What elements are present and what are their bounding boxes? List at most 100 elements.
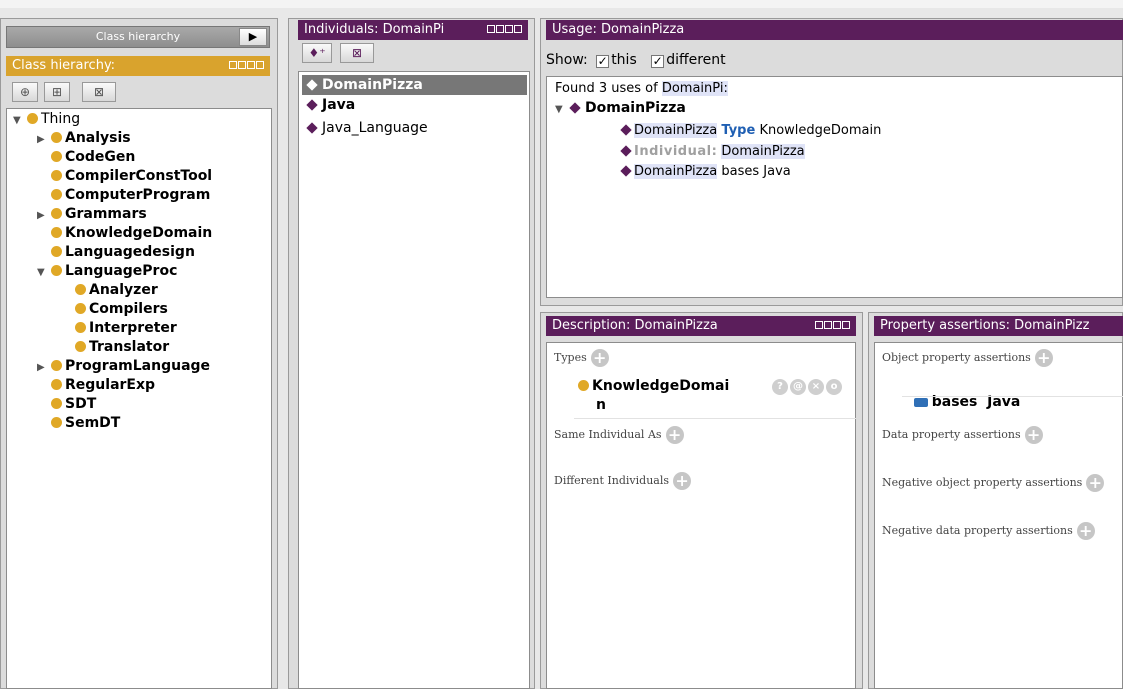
- expand-triangle-icon[interactable]: ▼: [37, 263, 51, 282]
- usage-row-bases[interactable]: DomainPizza bases Java: [620, 162, 791, 181]
- class-dot-icon: [51, 417, 62, 428]
- explain-icon[interactable]: ?: [772, 379, 788, 395]
- annotate-icon[interactable]: @: [790, 379, 806, 395]
- class-node-label: RegularExp: [65, 377, 156, 393]
- class-node-translator[interactable]: Translator: [61, 338, 169, 357]
- class-node-label: CompilerConstTool: [65, 168, 213, 184]
- add-same-individual-icon[interactable]: +: [665, 426, 684, 444]
- window-controls-icon[interactable]: [229, 61, 264, 69]
- play-arrow-icon[interactable]: ▶: [239, 28, 267, 46]
- individual-diamond-icon: [620, 124, 632, 136]
- class-dot-icon: [75, 303, 86, 314]
- class-dot-icon: [578, 380, 589, 391]
- add-type-icon[interactable]: +: [590, 349, 609, 367]
- window-controls-icon[interactable]: [487, 25, 522, 33]
- delete-class-icon[interactable]: ⊠: [82, 82, 116, 102]
- type-divider: [574, 418, 856, 419]
- class-dot-icon: [51, 208, 62, 219]
- class-dot-icon: [51, 398, 62, 409]
- class-node-interpreter[interactable]: Interpreter: [61, 319, 177, 338]
- add-data-property-icon[interactable]: +: [1024, 426, 1043, 444]
- type-action-buttons: ? @ × o: [770, 378, 842, 395]
- individual-java-language[interactable]: Java_Language: [306, 119, 428, 138]
- individuals-title: Individuals: DomainPi: [304, 22, 445, 37]
- add-different-individual-icon[interactable]: +: [673, 472, 692, 490]
- add-negative-data-property-icon[interactable]: +: [1076, 522, 1095, 540]
- add-individual-icon[interactable]: ♦⁺: [302, 43, 332, 63]
- add-subclass-icon[interactable]: ⊕: [12, 82, 38, 102]
- class-node-analysis[interactable]: ▶ Analysis: [37, 129, 131, 148]
- class-node-sdt[interactable]: SDT: [37, 395, 96, 414]
- different-individuals-header: Different Individuals +: [554, 472, 692, 490]
- add-object-property-icon[interactable]: +: [1034, 349, 1053, 367]
- class-node-languagedesign[interactable]: Languagedesign: [37, 243, 195, 262]
- class-node-compilerconsttool[interactable]: CompilerConstTool: [37, 167, 212, 186]
- class-dot-icon: [51, 227, 62, 238]
- usage-row-type[interactable]: DomainPizza Type KnowledgeDomain: [620, 121, 881, 140]
- description-title: Description: DomainPizza: [552, 318, 718, 333]
- expand-triangle-icon[interactable]: ▼: [13, 111, 27, 130]
- class-dot-icon: [51, 189, 62, 200]
- class-node-label: Analysis: [65, 130, 131, 146]
- data-property-header: Data property assertions +: [882, 426, 1043, 444]
- class-dot-icon: [27, 113, 38, 124]
- object-property-value[interactable]: bases Java: [904, 378, 1020, 410]
- property-assertions-title: Property assertions: DomainPizz: [880, 318, 1090, 333]
- class-node-grammars[interactable]: ▶ Grammars: [37, 205, 147, 224]
- usage-title: Usage: DomainPizza: [552, 22, 685, 37]
- negative-data-property-header: Negative data property assertions +: [882, 522, 1095, 540]
- expand-triangle-icon[interactable]: ▶: [37, 358, 51, 377]
- class-node-programlanguage[interactable]: ▶ ProgramLanguage: [37, 357, 210, 376]
- class-node-semdt[interactable]: SemDT: [37, 414, 120, 433]
- class-dot-icon: [51, 170, 62, 181]
- top-strip: [0, 0, 1123, 8]
- class-node-analyzer[interactable]: Analyzer: [61, 281, 158, 300]
- class-node-knowledgedomain[interactable]: KnowledgeDomain: [37, 224, 212, 243]
- individuals-titlebar: Individuals: DomainPi: [298, 20, 528, 40]
- individual-diamond-icon: [620, 165, 632, 177]
- class-node-label: Compilers: [89, 301, 168, 317]
- usage-found-entity[interactable]: DomainPi:: [661, 81, 728, 96]
- class-node-label: SDT: [65, 396, 97, 412]
- individual-java[interactable]: Java: [306, 96, 355, 115]
- types-header: Types +: [554, 349, 609, 367]
- class-dot-icon: [51, 246, 62, 257]
- checkbox-different[interactable]: ✓: [651, 55, 665, 68]
- class-node-label: Grammars: [65, 206, 147, 222]
- class-node-computerprogram[interactable]: ComputerProgram: [37, 186, 210, 205]
- add-negative-object-property-icon[interactable]: +: [1086, 474, 1105, 492]
- checkbox-this[interactable]: ✓: [596, 55, 610, 68]
- individual-diamond-icon: [306, 78, 318, 91]
- window-controls-icon[interactable]: [815, 321, 850, 329]
- individual-diamond-icon: [306, 121, 318, 134]
- class-node-label: Interpreter: [89, 320, 177, 336]
- show-label: Show:: [546, 52, 588, 68]
- class-node-regularexp[interactable]: RegularExp: [37, 376, 155, 395]
- class-node-label: ComputerProgram: [65, 187, 211, 203]
- type-value[interactable]: KnowledgeDomai n: [578, 377, 729, 415]
- class-node-codegen[interactable]: CodeGen: [37, 148, 135, 167]
- checkbox-this-label: this: [611, 52, 637, 68]
- usage-root-node[interactable]: ▼ DomainPizza: [555, 99, 686, 118]
- add-sibling-icon[interactable]: ⊞: [44, 82, 70, 102]
- class-dot-icon: [75, 341, 86, 352]
- usage-row-individual[interactable]: Individual: DomainPizza: [620, 142, 805, 161]
- delete-individual-icon[interactable]: ⊠: [340, 43, 374, 63]
- class-node-label: KnowledgeDomain: [65, 225, 213, 241]
- class-node-languageproc[interactable]: ▼ LanguageProc: [37, 262, 177, 281]
- class-dot-icon: [51, 265, 62, 276]
- class-node-label: Translator: [89, 339, 170, 355]
- expand-triangle-icon[interactable]: ▶: [37, 206, 51, 225]
- description-titlebar: Description: DomainPizza: [546, 316, 856, 336]
- class-hierarchy-tab[interactable]: Class hierarchy ▶: [6, 26, 270, 48]
- class-dot-icon: [51, 151, 62, 162]
- class-node-thing[interactable]: ▼ Thing: [13, 110, 80, 129]
- class-dot-icon: [51, 360, 62, 371]
- class-node-compilers[interactable]: Compilers: [61, 300, 168, 319]
- individual-domainpizza[interactable]: DomainPizza: [306, 76, 423, 95]
- delete-icon[interactable]: ×: [808, 379, 824, 395]
- edit-icon[interactable]: o: [826, 379, 842, 395]
- expand-triangle-icon[interactable]: ▼: [555, 100, 569, 119]
- expand-triangle-icon[interactable]: ▶: [37, 130, 51, 149]
- individual-diamond-icon: [569, 101, 581, 114]
